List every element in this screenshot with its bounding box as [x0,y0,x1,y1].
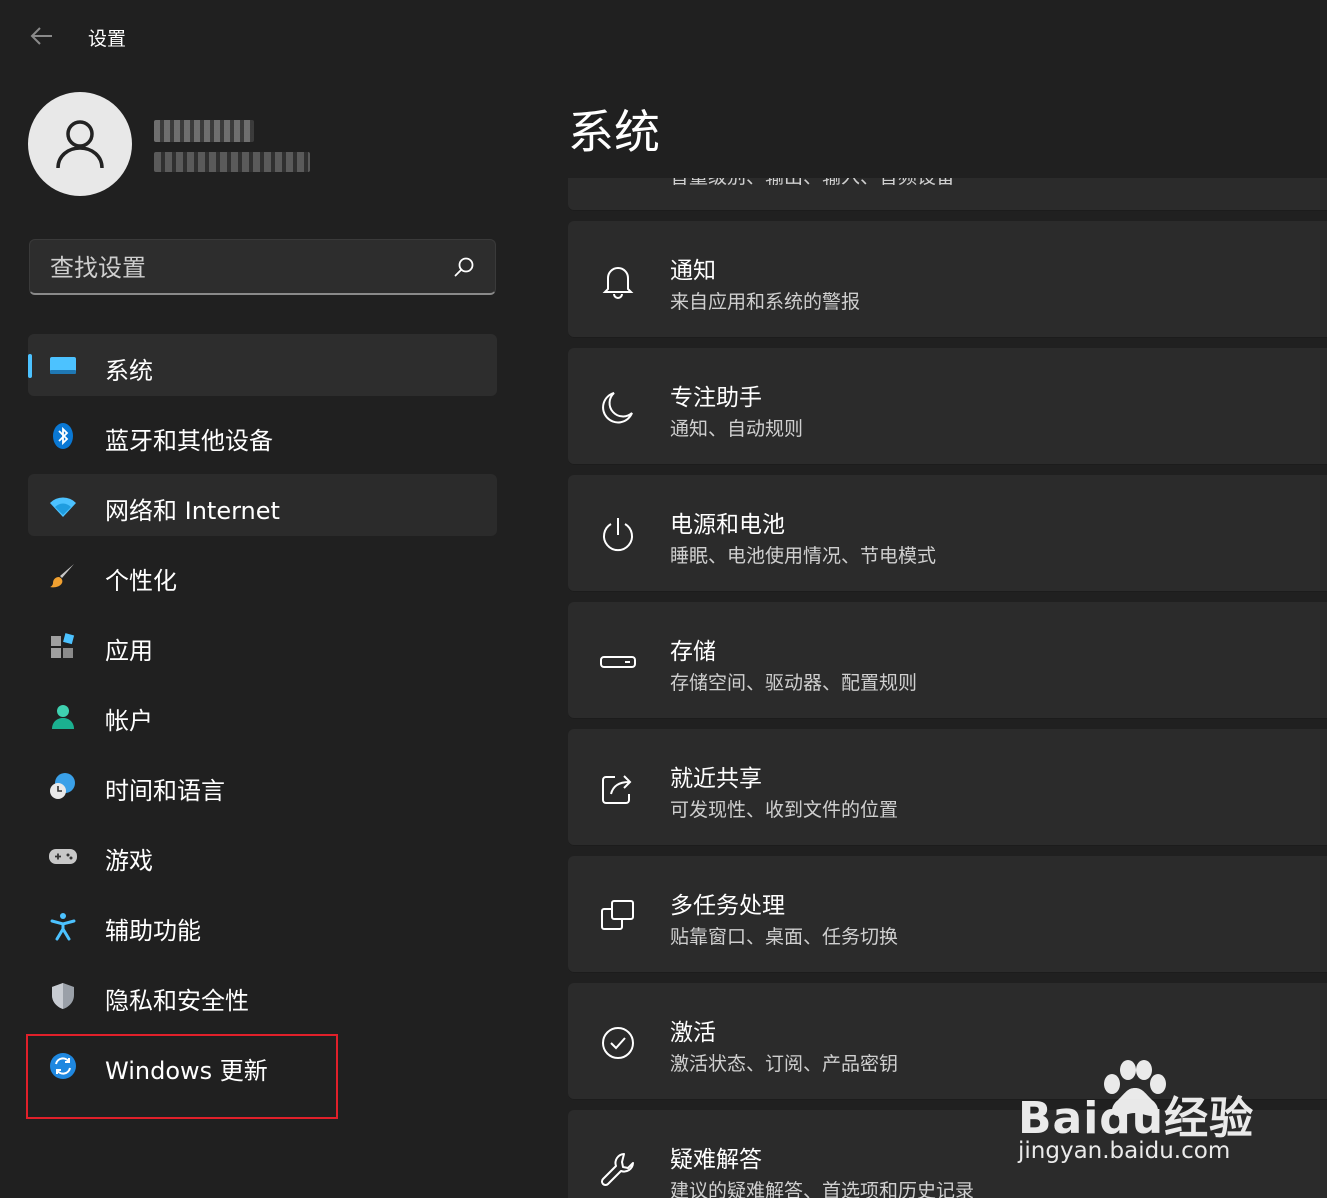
card-title: 专注助手 [670,385,762,411]
avatar[interactable] [28,92,132,196]
apps-icon [51,633,75,658]
search-icon[interactable] [453,256,475,278]
card-subtitle: 激活状态、订阅、产品密钥 [670,1053,899,1075]
settings-card-sound-partial[interactable]: 音量级别、输出、输入、音频设备 [568,178,1327,211]
card-title: 多任务处理 [670,893,785,919]
card-subtitle: 睡眠、电池使用情况、节电模式 [670,545,937,567]
card-subtitle: 通知、自动规则 [670,418,804,440]
sidebar-item-label: 游戏 [105,847,153,875]
user-icon [56,120,104,169]
active-indicator [28,354,32,378]
settings-card-nearby-sharing[interactable]: 就近共享 可发现性、收到文件的位置 [568,729,1327,846]
multitask-icon [601,900,634,930]
watermark-url: jingyan.baidu.com [1018,1138,1231,1164]
share-icon [602,775,632,804]
baidu-watermark: Baidu经验 jingyan.baidu.com [1018,1058,1258,1170]
settings-card-multitasking[interactable]: 多任务处理 贴靠窗口、桌面、任务切换 [568,856,1327,973]
sidebar-item-personalization[interactable]: 个性化 [28,544,497,606]
shield-icon [52,983,74,1009]
sidebar-item-apps[interactable]: 应用 [28,614,497,676]
search-box[interactable] [29,239,496,295]
card-subtitle: 音量级别、输出、输入、音频设备 [670,178,955,189]
watermark-brand: Baidu经验 [1018,1093,1255,1144]
back-arrow-icon [30,27,52,45]
settings-card-notifications[interactable]: 通知 来自应用和系统的警报 [568,221,1327,338]
accessibility-icon [50,913,76,941]
sidebar-item-label: 应用 [105,637,153,665]
card-subtitle: 存储空间、驱动器、配置规则 [670,672,918,694]
person-icon [52,705,74,729]
settings-list: 音量级别、输出、输入、音频设备 通知 来自应用和系统的警报 专注助手 通知、自动… [568,178,1327,1198]
sidebar-item-label: 系统 [105,357,153,385]
title-bar: 设置 [0,0,1327,70]
card-subtitle: 建议的疑难解答、首选项和历史记录 [670,1180,975,1198]
sidebar-item-label: 帐户 [105,707,153,735]
sidebar-item-label: 时间和语言 [105,777,225,805]
moon-icon [602,392,633,424]
card-subtitle: 可发现性、收到文件的位置 [670,799,899,821]
sidebar-item-accounts[interactable]: 帐户 [28,684,497,746]
card-title: 存储 [670,639,716,665]
sidebar-nav: 系统 蓝牙和其他设备 网络和 Internet 个性化 应用 帐户 时间和语言 … [28,334,497,1104]
sidebar-item-time-language[interactable]: 时间和语言 [28,754,497,816]
page-title: 系统 [568,105,660,159]
settings-card-power-battery[interactable]: 电源和电池 睡眠、电池使用情况、节电模式 [568,475,1327,592]
search-input[interactable] [48,250,452,286]
monitor-icon [50,357,76,374]
card-title: 通知 [670,258,716,284]
sidebar-item-label: 蓝牙和其他设备 [105,427,273,455]
paintbrush-icon [50,564,74,588]
check-circle-icon [602,1027,634,1059]
wifi-icon [50,497,76,517]
power-icon [603,518,633,552]
card-title: 激活 [670,1020,716,1046]
sidebar-item-network[interactable]: 网络和 Internet [28,474,497,536]
bell-icon [602,267,634,299]
card-title: 疑难解答 [670,1147,762,1173]
card-subtitle: 来自应用和系统的警报 [670,291,861,313]
highlight-annotation-box [26,1034,338,1119]
sidebar-item-label: 网络和 Internet [105,497,280,525]
wrench-icon [600,1153,634,1187]
user-email-redacted [154,152,310,172]
sidebar-item-system[interactable]: 系统 [28,334,497,396]
settings-card-focus-assist[interactable]: 专注助手 通知、自动规则 [568,348,1327,465]
sidebar-item-label: 隐私和安全性 [105,987,249,1015]
globe-clock-icon [50,773,75,799]
card-title: 电源和电池 [670,512,785,538]
bluetooth-icon [53,423,73,449]
gamepad-icon [49,849,77,864]
sidebar-item-label: 个性化 [105,567,177,595]
storage-icon [600,656,636,668]
user-name-redacted [154,120,254,142]
sidebar-item-privacy[interactable]: 隐私和安全性 [28,964,497,1026]
sidebar-item-bluetooth[interactable]: 蓝牙和其他设备 [28,404,497,466]
app-title: 设置 [88,28,127,50]
sidebar-item-accessibility[interactable]: 辅助功能 [28,894,497,956]
settings-card-storage[interactable]: 存储 存储空间、驱动器、配置规则 [568,602,1327,719]
sidebar-item-gaming[interactable]: 游戏 [28,824,497,886]
back-button[interactable] [28,22,56,50]
sidebar-item-label: 辅助功能 [105,917,201,945]
card-subtitle: 贴靠窗口、桌面、任务切换 [670,926,899,948]
card-title: 就近共享 [670,766,762,792]
